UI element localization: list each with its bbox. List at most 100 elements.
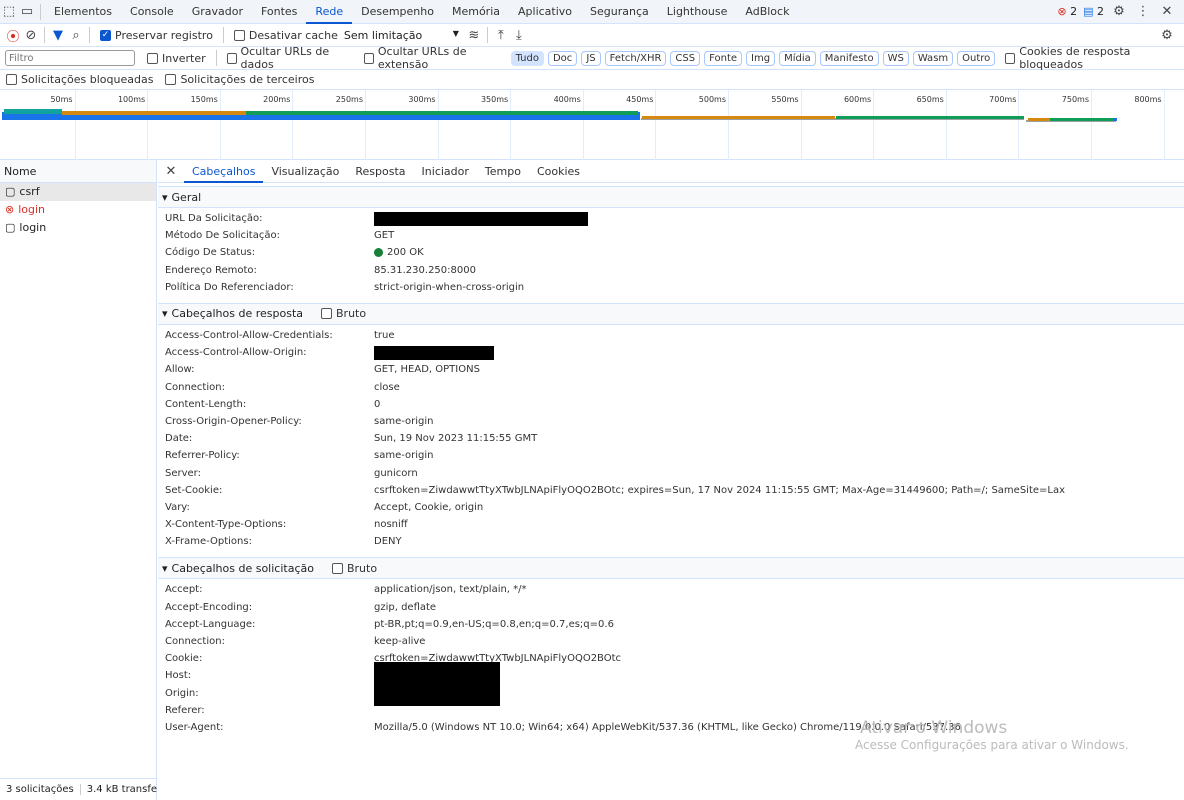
clear-icon[interactable]: ⊘ — [22, 28, 40, 43]
tab-lighthouse[interactable]: Lighthouse — [658, 0, 737, 24]
network-settings-gear-icon[interactable]: ⚙ — [1158, 28, 1176, 43]
request-name: login — [19, 221, 47, 234]
blocked-requests-checkbox[interactable]: Solicitações bloqueadas — [6, 73, 153, 86]
filter-type-mídia[interactable]: Mídia — [779, 50, 816, 66]
header-row: Date: Sun, 19 Nov 2023 11:15:55 GMT — [158, 430, 1184, 447]
detail-tab-4[interactable]: Tempo — [477, 160, 529, 183]
blocked-response-cookies-checkbox[interactable]: Cookies de resposta bloqueados — [1005, 45, 1178, 71]
section-header-request[interactable]: ▾ Cabeçalhos de solicitação Bruto — [158, 557, 1184, 580]
timeline-gridline — [1018, 90, 1020, 160]
timeline-bar — [642, 116, 835, 119]
redacted-block — [374, 211, 588, 226]
tab-adblock[interactable]: AdBlock — [736, 0, 798, 24]
header-value: 200 OK — [387, 247, 424, 259]
divider — [40, 3, 41, 20]
divider — [215, 50, 217, 66]
request-list: Nome ▢ csrf ⊗ login ▢ login 3 solicitações 3.… — [0, 160, 157, 800]
request-row[interactable]: ▢ login — [0, 219, 156, 237]
filter-bar-secondary: Solicitações bloqueadas Solicitações de … — [0, 70, 1184, 90]
tab-fontes[interactable]: Fontes — [252, 0, 306, 24]
filter-type-fetch/xhr[interactable]: Fetch/XHR — [604, 50, 667, 66]
header-row: X-Frame-Options: DENY — [158, 533, 1184, 550]
detail-tab-2[interactable]: Resposta — [347, 160, 413, 183]
checkbox — [6, 74, 17, 85]
preserve-log-checkbox[interactable]: ✓ Preservar registro — [100, 29, 213, 42]
inspect-element-icon[interactable]: ⬚ — [0, 4, 18, 19]
section-header-response[interactable]: ▾ Cabeçalhos de resposta Bruto — [158, 302, 1184, 325]
messages-badge[interactable]: ▤ 2 — [1083, 5, 1104, 18]
third-party-requests-checkbox[interactable]: Solicitações de terceiros — [165, 73, 314, 86]
tab-gravador[interactable]: Gravador — [183, 0, 252, 24]
name-column-header[interactable]: Nome — [0, 160, 156, 183]
throttling-select[interactable]: Sem limitação ▼ — [344, 29, 459, 42]
filter-type-doc[interactable]: Doc — [547, 50, 578, 66]
filter-icon[interactable]: ▼ — [49, 28, 67, 43]
header-name: Accept-Encoding: — [165, 601, 253, 613]
divider — [89, 27, 90, 43]
filter-type-js[interactable]: JS — [581, 50, 601, 66]
network-conditions-icon[interactable]: ≋ — [465, 28, 483, 43]
section-title: Cabeçalhos de resposta — [171, 307, 303, 321]
export-har-icon[interactable]: ⤓ — [510, 28, 528, 43]
detail-tab-1[interactable]: Visualização — [263, 160, 347, 183]
search-icon[interactable]: ⌕ — [67, 28, 85, 43]
timeline-tick-label: 800ms — [1134, 95, 1162, 104]
device-toolbar-icon[interactable]: ▭ — [18, 4, 36, 19]
filter-type-css[interactable]: CSS — [670, 50, 701, 66]
checkbox — [165, 74, 177, 85]
header-name: Código De Status: — [165, 247, 256, 259]
filter-type-ws[interactable]: WS — [882, 50, 909, 66]
tab-aplicativo[interactable]: Aplicativo — [509, 0, 581, 24]
tab-rede[interactable]: Rede — [306, 0, 353, 24]
tab-desempenho[interactable]: Desempenho — [352, 0, 443, 24]
header-name: Server: — [165, 467, 201, 479]
raw-checkbox[interactable]: Bruto — [321, 307, 366, 320]
detail-tab-0[interactable]: Cabeçalhos — [184, 160, 264, 183]
raw-checkbox[interactable]: Bruto — [331, 562, 377, 575]
header-value: strict-origin-when-cross-origin — [374, 281, 525, 293]
close-details-icon[interactable]: ✕ — [162, 164, 180, 179]
timeline-gridline — [800, 90, 802, 160]
import-har-icon[interactable]: ⤒ — [492, 28, 510, 43]
section-header-general[interactable]: ▾ Geral — [158, 186, 1184, 208]
tab-memória[interactable]: Memória — [443, 0, 509, 24]
tab-segurança[interactable]: Segurança — [581, 0, 658, 24]
timeline-gridline — [437, 90, 439, 160]
tab-console[interactable]: Console — [121, 0, 183, 24]
filter-input[interactable] — [5, 50, 135, 66]
filter-type-fonte[interactable]: Fonte — [704, 50, 743, 66]
tab-elementos[interactable]: Elementos — [45, 0, 121, 24]
header-name: Connection: — [165, 381, 225, 393]
timeline-gridline — [219, 90, 221, 160]
errors-badge[interactable]: ⊗ 2 — [1057, 5, 1077, 18]
stop-recording-icon[interactable]: ⦿ — [4, 26, 22, 45]
header-row: URL Da Solicitação: — [158, 210, 1184, 227]
error-icon: ⊗ — [1057, 5, 1067, 18]
request-row[interactable]: ⊗ login — [0, 201, 156, 219]
filter-type-outro[interactable]: Outro — [957, 50, 996, 66]
filter-type-manifesto[interactable]: Manifesto — [819, 50, 879, 66]
filter-type-img[interactable]: Img — [746, 50, 776, 66]
detail-tab-5[interactable]: Cookies — [529, 160, 588, 183]
detail-tab-3[interactable]: Iniciador — [414, 160, 477, 183]
hide-data-urls-checkbox[interactable]: Ocultar URLs de dados — [226, 45, 352, 71]
overview-timeline[interactable]: 50ms 100ms 150ms 200ms 250ms 300ms 350ms 400ms 4… — [0, 90, 1184, 160]
hide-extension-urls-checkbox[interactable]: Ocultar URLs de extensão — [363, 45, 505, 71]
header-name: Referer: — [165, 704, 205, 716]
timeline-tick-label: 150ms — [190, 95, 218, 104]
request-row[interactable]: ▢ csrf — [0, 183, 156, 201]
settings-gear-icon[interactable]: ⚙ — [1110, 4, 1128, 19]
header-value: csrftoken=ZiwdawwtTtyXTwbJLNApiFlyOQO2BO… — [374, 484, 1066, 496]
header-value: DENY — [374, 536, 402, 548]
disable-cache-checkbox[interactable]: Desativar cache — [233, 29, 338, 42]
close-icon[interactable]: ✕ — [1158, 4, 1176, 19]
header-row: Accept-Language: pt-BR,pt;q=0.9,en-US;q=0… — [158, 616, 1184, 633]
filter-type-tudo[interactable]: Tudo — [510, 50, 544, 66]
header-value: GET — [374, 230, 395, 242]
checkbox — [1005, 52, 1016, 64]
header-name: Access-Control-Allow-Credentials: — [165, 330, 333, 342]
invert-checkbox[interactable]: Inverter — [147, 52, 206, 65]
header-value: same-origin — [374, 450, 434, 462]
more-options-icon[interactable]: ⋮ — [1134, 4, 1152, 19]
filter-type-wasm[interactable]: Wasm — [912, 50, 954, 66]
